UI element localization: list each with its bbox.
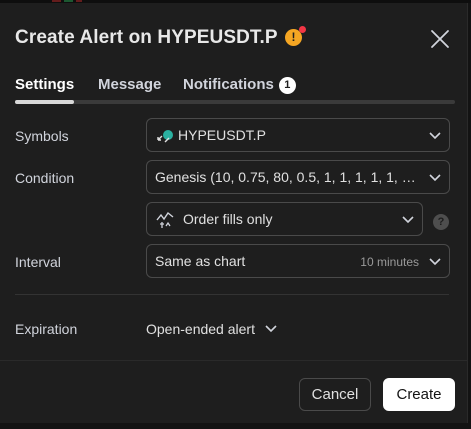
tab-notifications[interactable]: Notifications 1: [183, 76, 296, 94]
interval-hint: 10 minutes: [360, 255, 419, 269]
create-alert-dialog: Create Alert on HYPEUSDT.P ! Settings Me…: [0, 3, 468, 427]
chevron-down-icon: [429, 174, 441, 182]
interval-value: Same as chart: [155, 253, 246, 269]
background-strip-bottom: [0, 423, 471, 429]
condition-value: Genesis (10, 0.75, 80, 0.5, 1, 1, 1, 1, …: [155, 169, 416, 185]
section-divider: [15, 294, 449, 295]
symbols-label: Symbols: [15, 128, 69, 144]
notifications-count-badge: 1: [278, 77, 296, 94]
symbols-value: HYPEUSDT.P: [178, 127, 266, 143]
expiration-select[interactable]: Open-ended alert: [146, 321, 277, 337]
tab-track: [15, 100, 455, 104]
order-fills-icon: [156, 211, 174, 228]
expiration-label: Expiration: [15, 321, 78, 337]
warning-icon-glyph: !: [291, 30, 296, 44]
dialog-header: Create Alert on HYPEUSDT.P !: [0, 3, 468, 67]
trigger-select[interactable]: Order fills only: [146, 202, 423, 236]
trigger-value: Order fills only: [183, 211, 273, 227]
warning-icon[interactable]: !: [285, 26, 306, 46]
alert-symbol-icon: [157, 130, 173, 143]
tab-settings[interactable]: Settings: [15, 76, 74, 93]
close-button[interactable]: [429, 28, 451, 50]
footer-separator: [0, 360, 468, 361]
tab-notifications-label: Notifications: [183, 76, 274, 93]
chart-candles-fragment: [52, 0, 82, 2]
dialog-title: Create Alert on HYPEUSDT.P: [15, 27, 278, 48]
help-icon[interactable]: ?: [433, 214, 449, 230]
active-tab-indicator: [15, 100, 74, 104]
interval-label: Interval: [15, 254, 61, 270]
expiration-value: Open-ended alert: [146, 321, 255, 337]
notification-dot-icon: [299, 26, 306, 33]
chevron-down-icon: [402, 216, 414, 224]
tab-message[interactable]: Message: [98, 76, 161, 93]
condition-label: Condition: [15, 170, 75, 186]
symbols-select[interactable]: HYPEUSDT.P: [146, 118, 450, 152]
chevron-down-icon: [429, 258, 441, 266]
chevron-down-icon: [265, 325, 277, 333]
condition-select[interactable]: Genesis (10, 0.75, 80, 0.5, 1, 1, 1, 1, …: [146, 160, 450, 194]
cancel-button[interactable]: Cancel: [299, 378, 371, 411]
create-button[interactable]: Create: [383, 378, 455, 411]
chevron-down-icon: [429, 132, 441, 140]
interval-select[interactable]: Same as chart 10 minutes: [146, 244, 450, 278]
close-icon: [431, 30, 449, 48]
